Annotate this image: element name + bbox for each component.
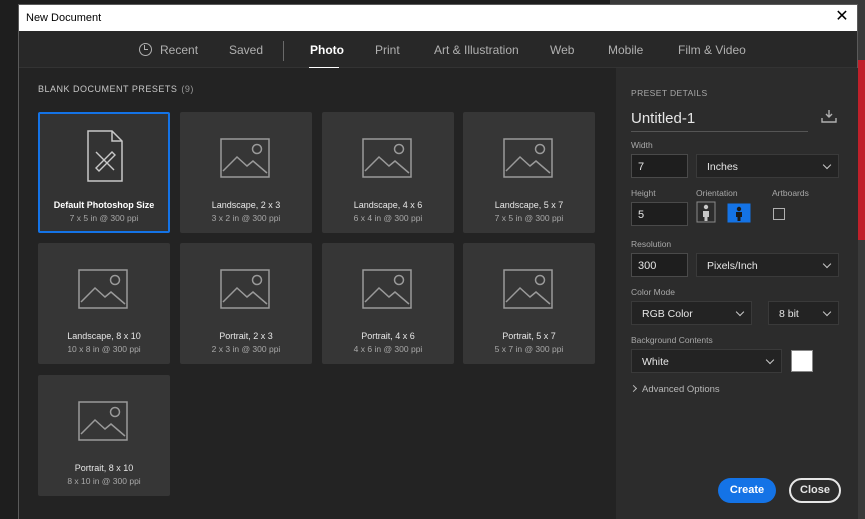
background-color-swatch[interactable] [791,350,813,372]
image-icon [362,269,412,309]
preset-name: Portrait, 5 x 7 [502,331,556,341]
background-contents-value: White [642,356,669,368]
preset-size: 2 x 3 in @ 300 ppi [211,344,281,354]
bit-depth-select[interactable]: 8 bit [768,301,839,325]
width-label: Width [631,140,653,150]
artboards-label: Artboards [772,188,809,198]
orientation-label: Orientation [696,188,738,198]
tab-recent[interactable]: Recent [139,43,198,57]
preset-card[interactable]: Landscape, 8 x 10 10 x 8 in @ 300 ppi [38,243,170,364]
presets-count: (9) [181,84,194,94]
new-document-dialog: New Document ✕ Recent Saved Photo Print … [18,4,858,519]
preset-details-header: PRESET DETAILS [631,88,708,98]
width-input[interactable]: 7 [631,154,688,178]
preset-size: 5 x 7 in @ 300 ppi [494,344,564,354]
preset-size: 8 x 10 in @ 300 ppi [67,476,141,486]
width-unit-select[interactable]: Inches [696,154,839,178]
tab-print[interactable]: Print [375,43,400,57]
chevron-down-icon [765,355,775,365]
chevron-down-icon [822,259,832,269]
preset-name: Landscape, 2 x 3 [211,200,281,210]
bit-depth-value: 8 bit [779,308,799,320]
create-button[interactable]: Create [718,478,776,503]
background-contents-select[interactable]: White [631,349,782,373]
tab-web[interactable]: Web [550,43,574,57]
preset-card[interactable]: Portrait, 4 x 6 4 x 6 in @ 300 ppi [322,243,454,364]
document-brush-icon [80,130,130,182]
preset-name: Landscape, 4 x 6 [353,200,423,210]
presets-header: BLANK DOCUMENT PRESETS (9) [38,84,194,94]
tab-label: Recent [160,43,199,57]
chevron-down-icon [822,160,832,170]
image-icon [220,269,270,309]
preset-details-panel: PRESET DETAILS Untitled-1 Width 7 Inches… [616,68,858,519]
tab-separator [283,41,284,61]
landscape-orientation-icon[interactable] [727,201,751,223]
advanced-options-toggle[interactable]: Advanced Options [629,384,720,395]
resolution-label: Resolution [631,239,672,249]
image-icon [78,401,128,441]
color-mode-value: RGB Color [642,308,693,320]
background-canvas-edge [858,60,865,240]
preset-name: Landscape, 8 x 10 [67,331,141,341]
color-mode-select[interactable]: RGB Color [631,301,752,325]
resolution-unit-value: Pixels/Inch [707,260,758,272]
preset-card[interactable]: Landscape, 5 x 7 7 x 5 in @ 300 ppi [463,112,595,233]
image-icon [220,138,270,178]
background-contents-label: Background Contents [631,335,713,345]
chevron-down-icon [735,307,745,317]
artboards-checkbox[interactable] [773,208,785,220]
category-tabs: Recent Saved Photo Print Art & Illustrat… [19,31,857,69]
preset-size: 10 x 8 in @ 300 ppi [67,344,141,354]
preset-card[interactable]: Landscape, 4 x 6 6 x 4 in @ 300 ppi [322,112,454,233]
title-bar: New Document ✕ [19,5,857,31]
window-title: New Document [26,12,102,24]
chevron-down-icon [822,307,832,317]
save-preset-icon[interactable] [820,108,838,124]
preset-name: Portrait, 8 x 10 [74,463,134,473]
tab-film-video[interactable]: Film & Video [678,43,746,57]
presets-panel: BLANK DOCUMENT PRESETS (9) Default Photos… [19,68,616,519]
preset-size: 6 x 4 in @ 300 ppi [353,213,423,223]
preset-size: 7 x 5 in @ 300 ppi [494,213,564,223]
image-icon [503,138,553,178]
preset-card[interactable]: Landscape, 2 x 3 3 x 2 in @ 300 ppi [180,112,312,233]
preset-size: 7 x 5 in @ 300 ppi [69,213,139,223]
tab-photo[interactable]: Photo [310,43,344,57]
tab-mobile[interactable]: Mobile [608,43,643,57]
resolution-input[interactable]: 300 [631,253,688,277]
resolution-unit-select[interactable]: Pixels/Inch [696,253,839,277]
width-unit-value: Inches [707,161,738,173]
preset-card[interactable]: Portrait, 2 x 3 2 x 3 in @ 300 ppi [180,243,312,364]
preset-name: Portrait, 4 x 6 [361,331,415,341]
preset-size: 3 x 2 in @ 300 ppi [211,213,281,223]
color-mode-label: Color Mode [631,287,675,297]
image-icon [78,269,128,309]
tab-saved[interactable]: Saved [229,43,263,57]
preset-size: 4 x 6 in @ 300 ppi [353,344,423,354]
height-label: Height [631,188,656,198]
image-icon [362,138,412,178]
preset-name: Portrait, 2 x 3 [219,331,273,341]
presets-header-label: BLANK DOCUMENT PRESETS [38,84,178,94]
height-input[interactable]: 5 [631,202,688,226]
tab-art-illustration[interactable]: Art & Illustration [434,43,519,57]
close-button[interactable]: Close [789,478,841,503]
chevron-right-icon [629,384,638,393]
preset-card[interactable]: Default Photoshop Size 7 x 5 in @ 300 ppi [38,112,170,233]
preset-name: Default Photoshop Size [53,200,155,210]
close-icon[interactable]: ✕ [833,8,851,26]
preset-name: Landscape, 5 x 7 [494,200,564,210]
portrait-orientation-icon[interactable] [696,201,716,223]
preset-card[interactable]: Portrait, 5 x 7 5 x 7 in @ 300 ppi [463,243,595,364]
document-name-input[interactable]: Untitled-1 [631,110,808,132]
clock-icon [139,43,152,56]
advanced-options-label: Advanced Options [642,384,720,395]
image-icon [503,269,553,309]
preset-card[interactable]: Portrait, 8 x 10 8 x 10 in @ 300 ppi [38,375,170,496]
